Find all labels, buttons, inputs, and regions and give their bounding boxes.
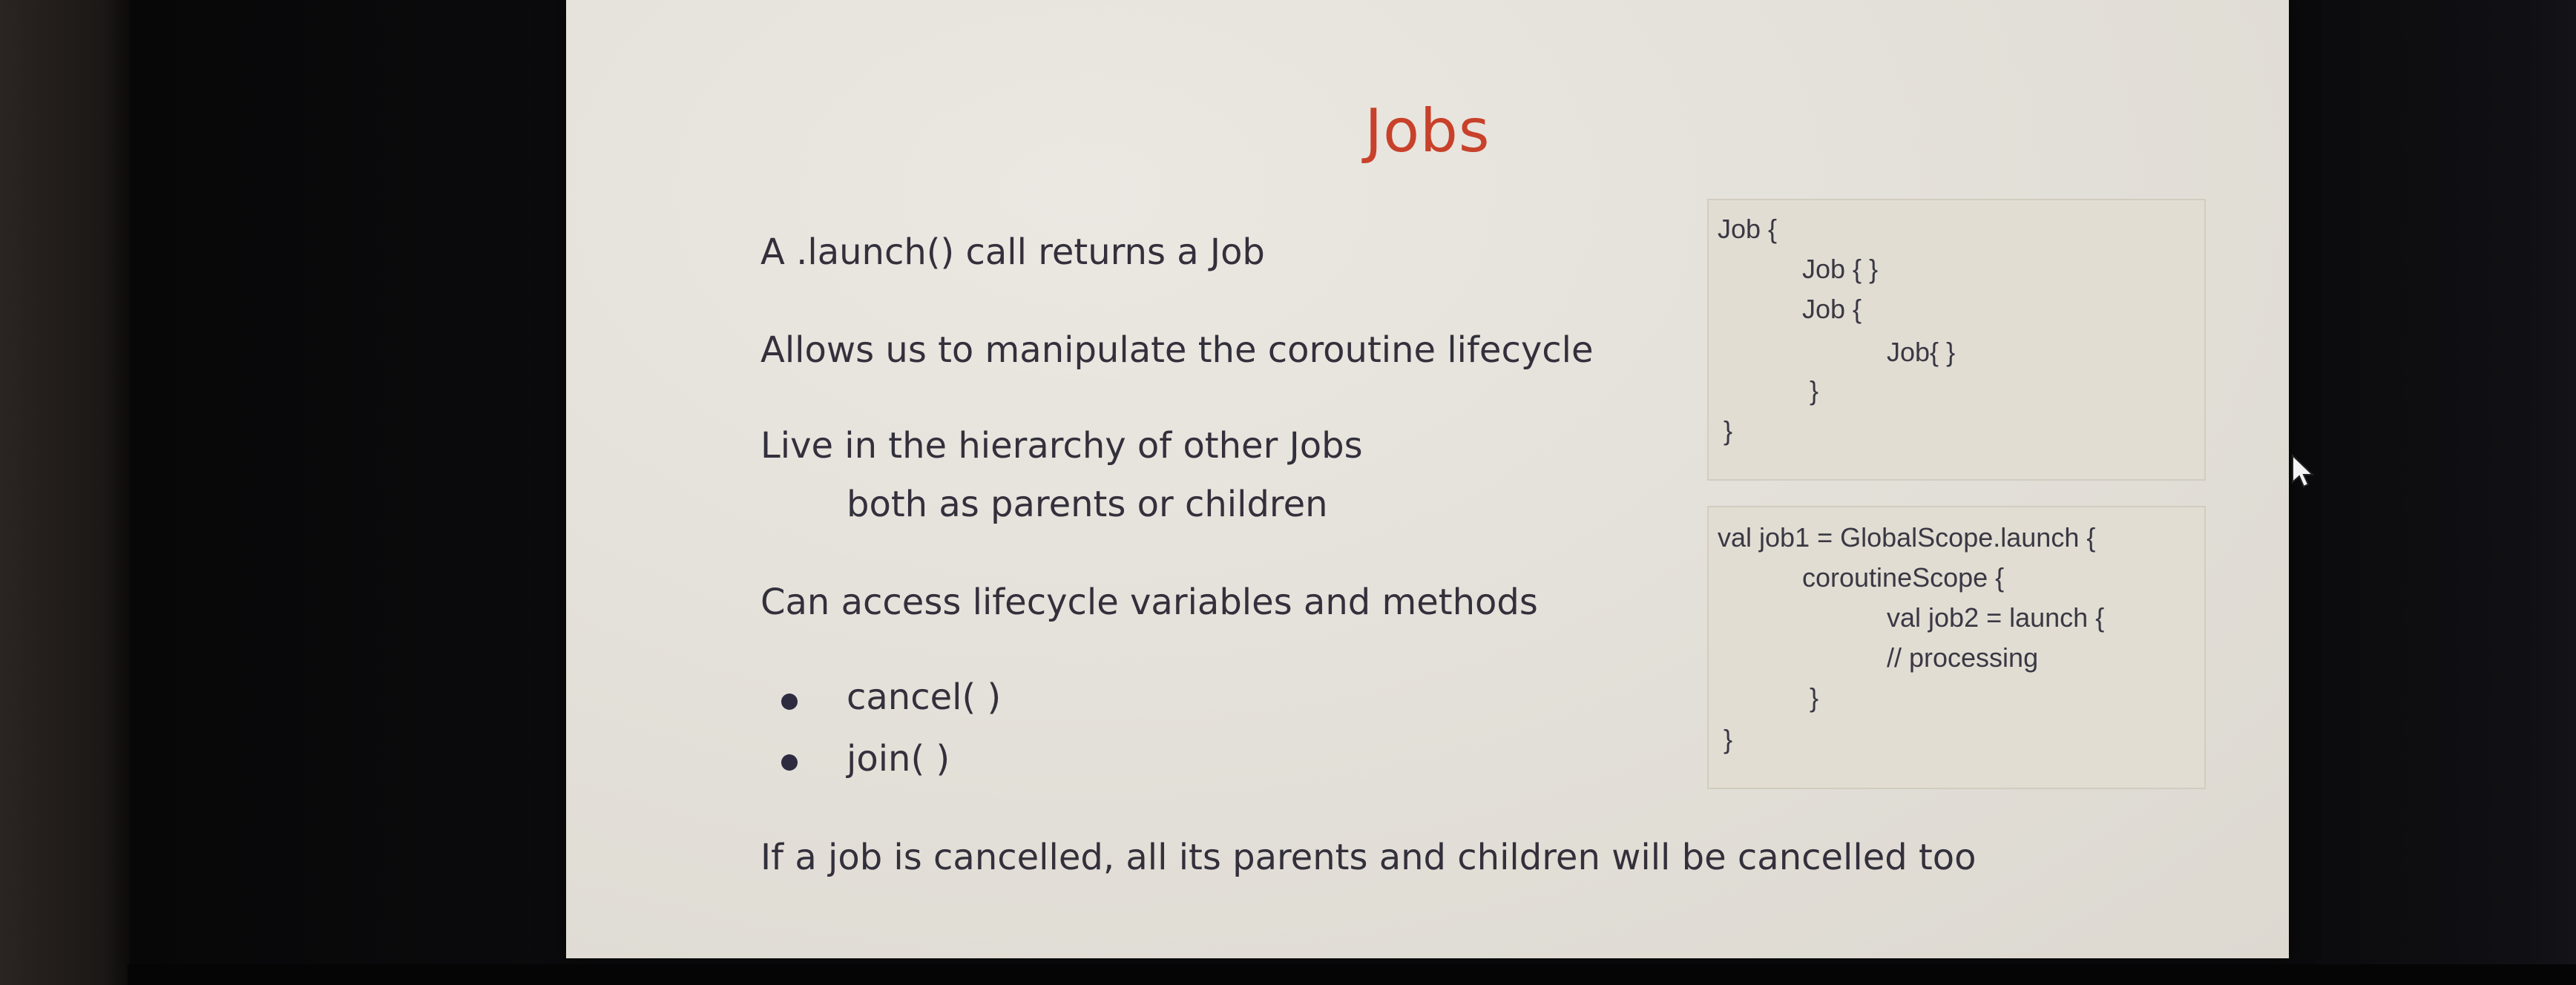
presentation-slide: Jobs A .launch() call returns a Job Allo… [566,0,2289,958]
code-line: Job { [1802,294,1862,324]
code-line: coroutineScope { [1802,562,2005,593]
slide-footer: If a job is cancelled, all its parents a… [760,837,1977,878]
monitor-bezel [0,0,128,985]
code-line: val job1 = GlobalScope.launch { [1718,522,2096,553]
code-line: val job2 = launch { [1887,602,2105,633]
code-line: } [1810,375,1819,406]
code-line: } [1810,682,1819,713]
slide-title: Jobs [1364,96,1491,165]
point-parents-children: both as parents or children [847,484,1328,525]
launch-example-code-box: val job1 = GlobalScope.launch { coroutin… [1707,506,2206,789]
point-hierarchy: Live in the hierarchy of other Jobs [760,425,1363,467]
job-hierarchy-code-box: Job { Job { } Job { Job{ } } } [1707,199,2206,481]
bullet-cancel: cancel( ) [847,676,1002,718]
bullet-join: join( ) [847,738,950,780]
bullet-icon [781,754,798,771]
code-line: // processing [1887,642,2039,673]
point-manipulate-lifecycle: Allows us to manipulate the coroutine li… [760,329,1594,371]
bullet-icon [781,694,798,710]
point-lifecycle-methods: Can access lifecycle variables and metho… [760,582,1538,623]
mouse-pointer-icon [2292,454,2315,488]
screen-bottom-edge [128,964,2576,985]
code-line: } [1724,724,1733,754]
code-line: Job { [1718,214,1778,244]
photo-frame: Jobs A .launch() call returns a Job Allo… [0,0,2576,985]
code-line: Job { } [1802,254,1879,284]
code-line: Job{ } [1887,337,1956,367]
code-line: } [1724,415,1733,446]
point-launch-returns-job: A .launch() call returns a Job [760,231,1265,273]
